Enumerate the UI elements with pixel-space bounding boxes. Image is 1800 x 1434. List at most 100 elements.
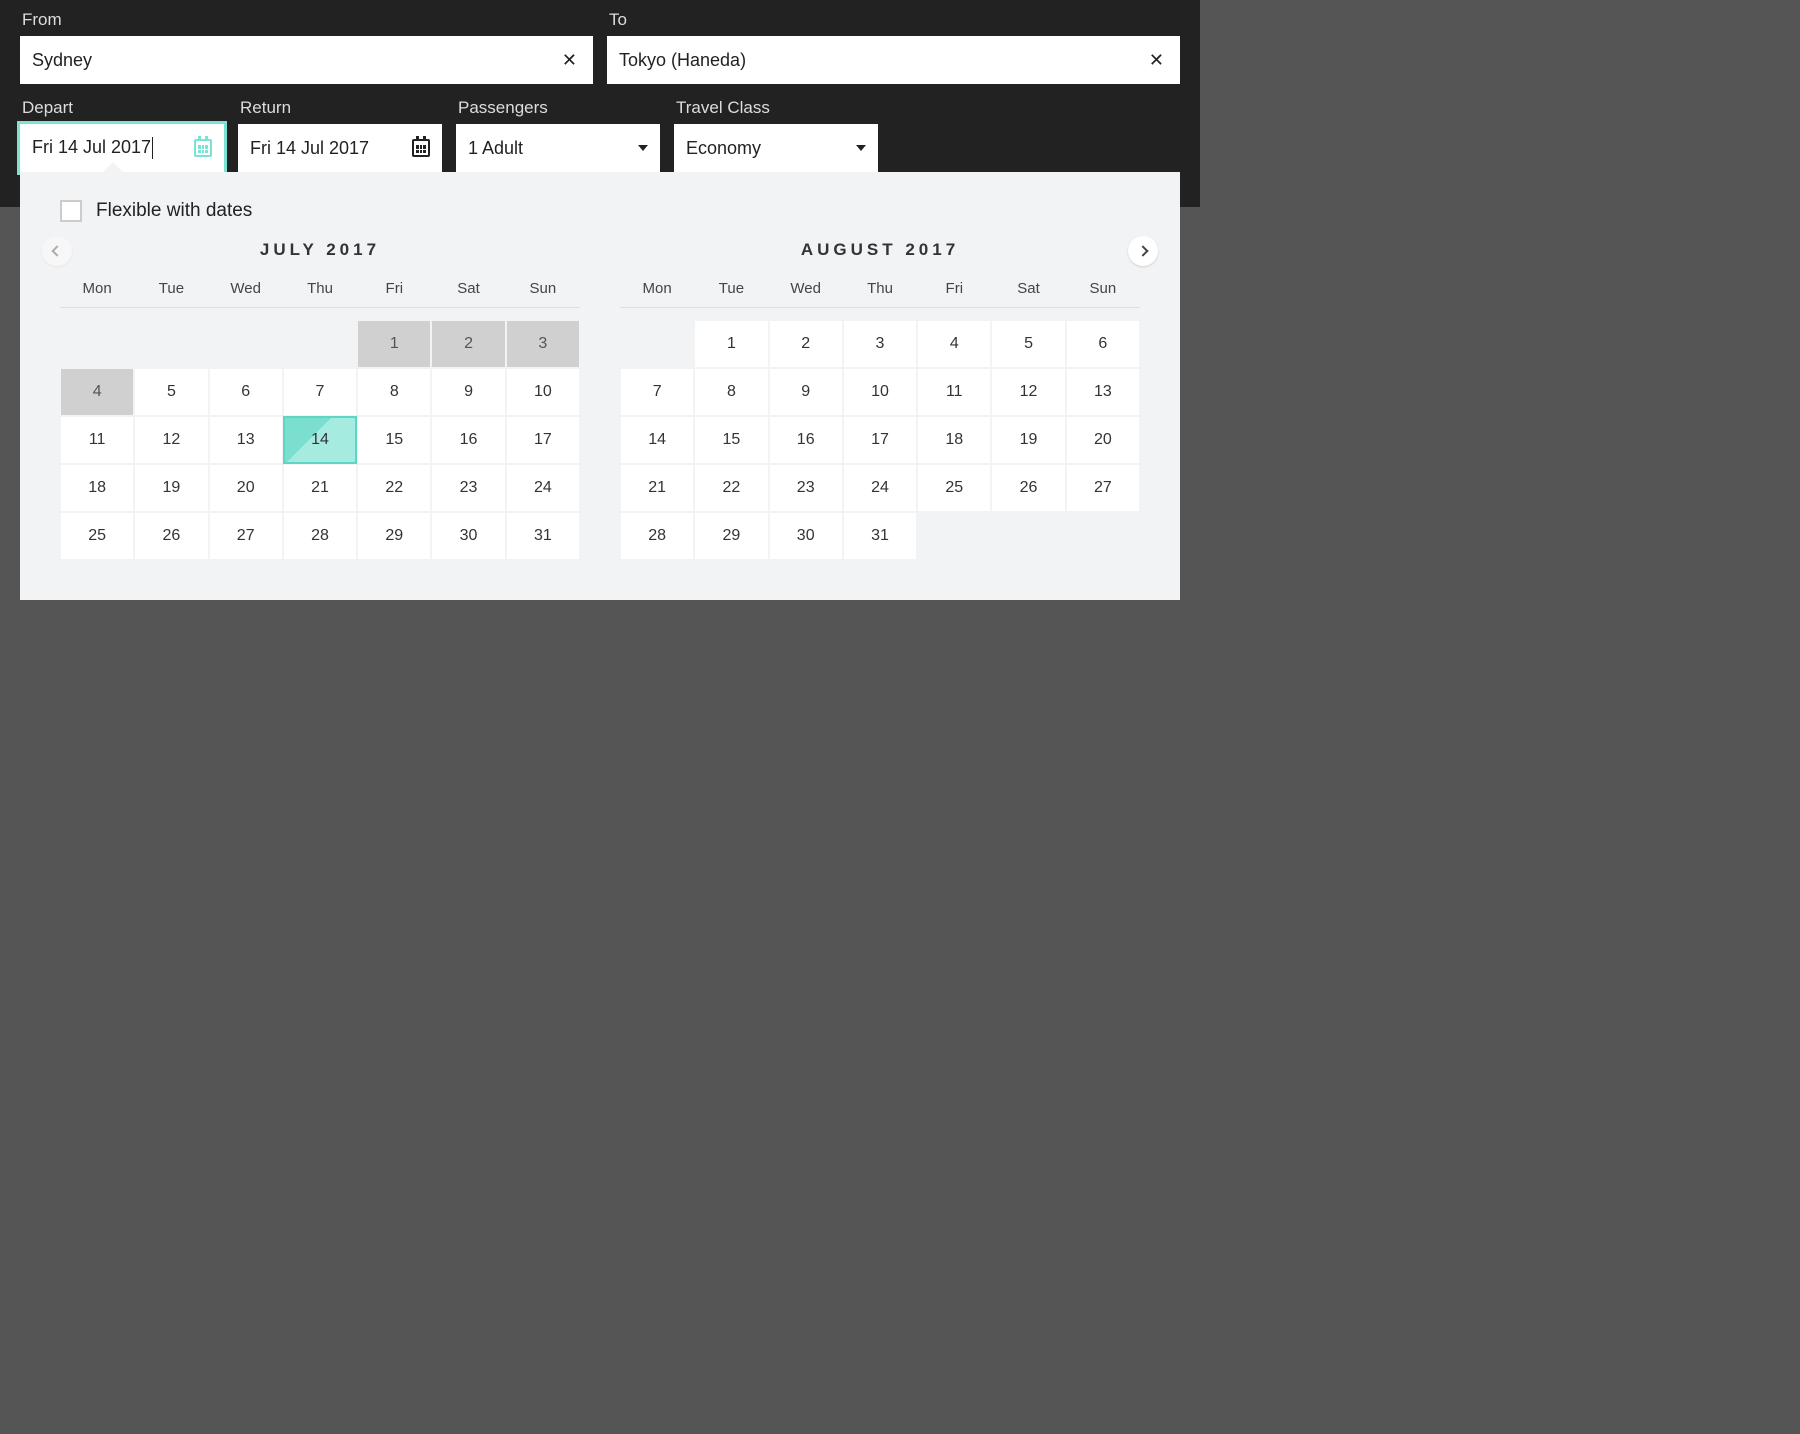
day-cell[interactable]: 8	[357, 368, 431, 416]
day-cell[interactable]: 6	[1066, 320, 1140, 368]
day-cell[interactable]: 25	[60, 512, 134, 560]
dow-cell: Wed	[769, 280, 843, 297]
to-label: To	[607, 10, 1180, 36]
day-cell[interactable]: 26	[991, 464, 1065, 512]
day-cell[interactable]: 7	[283, 368, 357, 416]
empty-cell	[283, 320, 357, 368]
day-cell[interactable]: 31	[843, 512, 917, 560]
day-cell[interactable]: 5	[991, 320, 1065, 368]
class-field: Travel Class Economy	[674, 98, 878, 172]
day-cell[interactable]: 23	[431, 464, 505, 512]
class-select[interactable]: Economy	[674, 124, 878, 172]
empty-cell	[60, 320, 134, 368]
day-cell[interactable]: 27	[209, 512, 283, 560]
day-cell[interactable]: 5	[134, 368, 208, 416]
month-grid: 1234567891011121314151617181920212223242…	[620, 320, 1140, 560]
day-cell[interactable]: 10	[843, 368, 917, 416]
day-cell[interactable]: 29	[357, 512, 431, 560]
day-cell[interactable]: 26	[134, 512, 208, 560]
day-cell[interactable]: 17	[506, 416, 580, 464]
dow-cell: Sat	[431, 280, 505, 297]
day-cell[interactable]: 21	[620, 464, 694, 512]
dow-cell: Tue	[694, 280, 768, 297]
day-cell[interactable]: 28	[283, 512, 357, 560]
return-input[interactable]: Fri 14 Jul 2017	[238, 124, 442, 172]
dow-cell: Tue	[134, 280, 208, 297]
month-left: JULY 2017 MonTueWedThuFriSatSun 12345678…	[60, 240, 580, 560]
chevron-down-icon	[856, 145, 866, 151]
day-cell: 4	[60, 368, 134, 416]
day-cell[interactable]: 25	[917, 464, 991, 512]
day-cell[interactable]: 15	[357, 416, 431, 464]
day-cell[interactable]: 10	[506, 368, 580, 416]
next-month-button[interactable]	[1128, 236, 1158, 266]
day-cell[interactable]: 13	[209, 416, 283, 464]
month-title: JULY 2017	[60, 240, 580, 260]
day-cell[interactable]: 24	[843, 464, 917, 512]
flexible-checkbox[interactable]	[60, 200, 82, 222]
day-cell[interactable]: 20	[209, 464, 283, 512]
day-cell[interactable]: 27	[1066, 464, 1140, 512]
day-cell[interactable]: 19	[134, 464, 208, 512]
day-cell[interactable]: 14	[283, 416, 357, 464]
from-input[interactable]: Sydney ✕	[20, 36, 593, 84]
day-cell[interactable]: 18	[60, 464, 134, 512]
day-cell[interactable]: 28	[620, 512, 694, 560]
depart-field: Depart Fri 14 Jul 2017	[20, 98, 224, 172]
day-cell[interactable]: 20	[1066, 416, 1140, 464]
dow-cell: Wed	[209, 280, 283, 297]
day-cell[interactable]: 4	[917, 320, 991, 368]
passengers-label: Passengers	[456, 98, 660, 124]
dow-cell: Thu	[843, 280, 917, 297]
dow-cell: Fri	[357, 280, 431, 297]
day-cell[interactable]: 15	[694, 416, 768, 464]
day-cell: 2	[431, 320, 505, 368]
day-cell[interactable]: 19	[991, 416, 1065, 464]
empty-cell	[134, 320, 208, 368]
day-cell[interactable]: 31	[506, 512, 580, 560]
from-value: Sydney	[32, 50, 558, 71]
from-clear-icon[interactable]: ✕	[558, 50, 581, 71]
dow-header: MonTueWedThuFriSatSun	[620, 280, 1140, 308]
day-cell[interactable]: 21	[283, 464, 357, 512]
picker-pointer	[102, 162, 124, 173]
dow-header: MonTueWedThuFriSatSun	[60, 280, 580, 308]
day-cell[interactable]: 24	[506, 464, 580, 512]
depart-value: Fri 14 Jul 2017	[32, 137, 194, 159]
day-cell[interactable]: 2	[769, 320, 843, 368]
day-cell[interactable]: 12	[134, 416, 208, 464]
prev-month-button[interactable]	[42, 236, 72, 266]
day-cell[interactable]: 11	[917, 368, 991, 416]
day-cell[interactable]: 9	[769, 368, 843, 416]
day-cell[interactable]: 17	[843, 416, 917, 464]
to-input[interactable]: Tokyo (Haneda) ✕	[607, 36, 1180, 84]
return-label: Return	[238, 98, 442, 124]
day-cell[interactable]: 30	[769, 512, 843, 560]
day-cell[interactable]: 23	[769, 464, 843, 512]
day-cell[interactable]: 8	[694, 368, 768, 416]
day-cell[interactable]: 13	[1066, 368, 1140, 416]
dow-cell: Sun	[506, 280, 580, 297]
day-cell[interactable]: 29	[694, 512, 768, 560]
day-cell[interactable]: 9	[431, 368, 505, 416]
day-cell[interactable]: 11	[60, 416, 134, 464]
day-cell[interactable]: 14	[620, 416, 694, 464]
flexible-dates-row: Flexible with dates	[60, 200, 1140, 222]
day-cell[interactable]: 22	[357, 464, 431, 512]
return-value: Fri 14 Jul 2017	[250, 138, 412, 159]
day-cell[interactable]: 6	[209, 368, 283, 416]
calendar-icon	[194, 139, 212, 157]
day-cell[interactable]: 1	[694, 320, 768, 368]
day-cell[interactable]: 7	[620, 368, 694, 416]
to-clear-icon[interactable]: ✕	[1145, 50, 1168, 71]
day-cell[interactable]: 12	[991, 368, 1065, 416]
day-cell[interactable]: 16	[431, 416, 505, 464]
day-cell[interactable]: 3	[843, 320, 917, 368]
passengers-field: Passengers 1 Adult	[456, 98, 660, 172]
day-cell[interactable]: 22	[694, 464, 768, 512]
day-cell[interactable]: 30	[431, 512, 505, 560]
passengers-select[interactable]: 1 Adult	[456, 124, 660, 172]
calendar-icon	[412, 139, 430, 157]
day-cell[interactable]: 16	[769, 416, 843, 464]
day-cell[interactable]: 18	[917, 416, 991, 464]
